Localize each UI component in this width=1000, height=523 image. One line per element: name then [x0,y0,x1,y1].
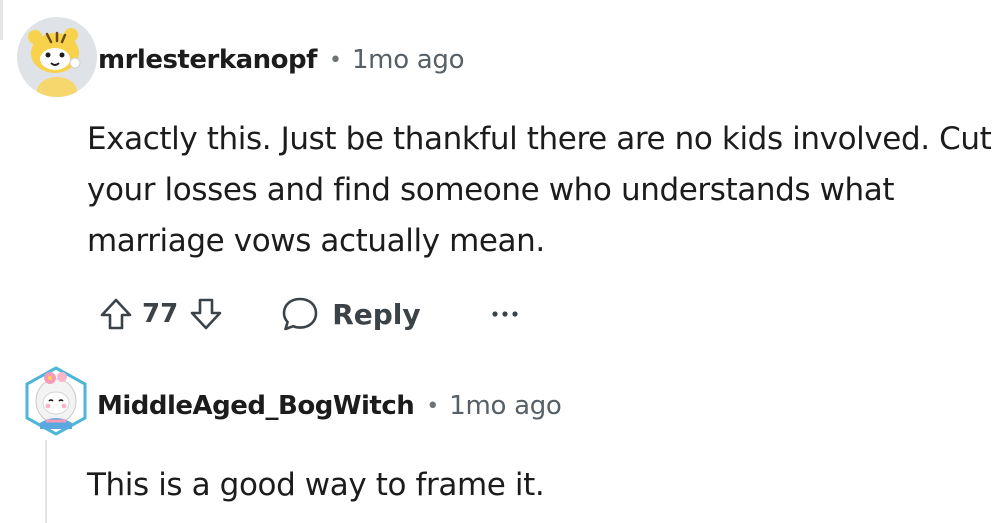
vote-count: 77 [142,299,179,329]
comment-bubble-icon [282,297,318,331]
more-options-button[interactable] [491,292,519,336]
thread-line[interactable] [45,440,47,523]
reply-label: Reply [332,297,421,331]
tiger-snoo-avatar-icon[interactable] [17,17,97,97]
flower-snoo-avatar-icon[interactable] [20,365,92,437]
downvote-button[interactable] [184,292,228,336]
comment-body: This is a good way to frame it. [87,467,545,503]
separator-dot: • [426,393,440,419]
comment-header: MiddleAged_BogWitch • 1mo ago [97,386,562,426]
comment-header: mrlesterkanopf • 1mo ago [98,40,465,80]
timestamp[interactable]: 1mo ago [449,391,562,421]
reply-button[interactable]: Reply [280,294,421,334]
separator-dot: • [328,47,342,73]
timestamp[interactable]: 1mo ago [352,45,465,75]
downvote-icon [190,298,222,330]
comment-body: Exactly this. Just be thankful there are… [87,121,992,259]
username-link[interactable]: mrlesterkanopf [98,45,317,75]
ellipsis-icon [492,311,518,317]
upvote-icon [100,298,132,330]
username-link[interactable]: MiddleAged_BogWitch [97,391,415,421]
thread-line[interactable] [0,0,3,40]
comment-thread: mrlesterkanopf • 1mo ago Exactly this. J… [0,0,1000,523]
comment-actions: 77 Reply [94,288,519,340]
upvote-button[interactable] [94,292,138,336]
